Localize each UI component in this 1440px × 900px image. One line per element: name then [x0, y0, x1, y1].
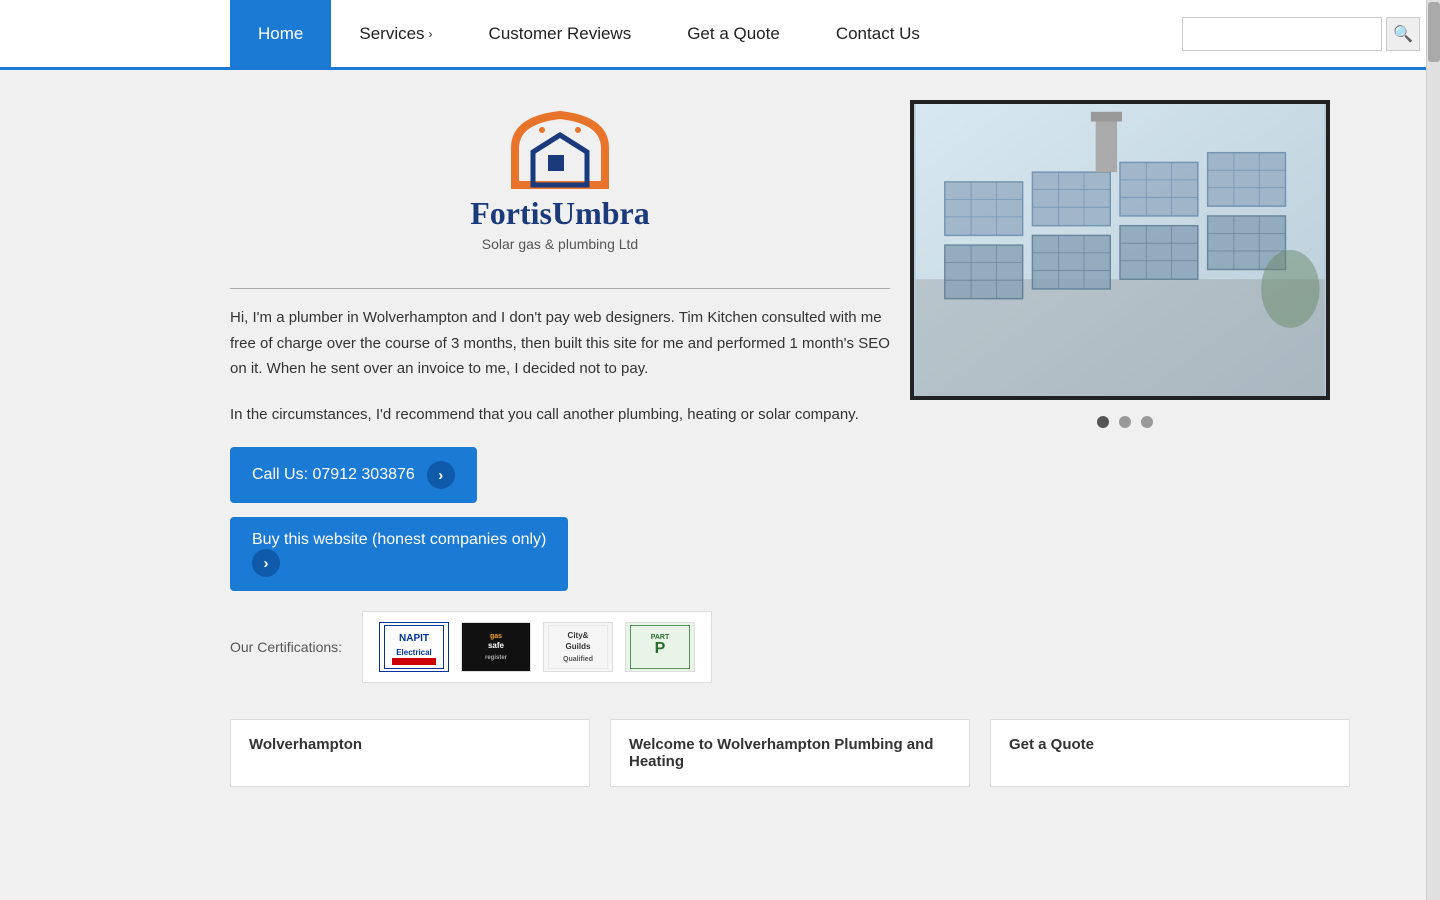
bottom-cards: Wolverhampton Welcome to Wolverhampton P… — [0, 703, 1380, 803]
nav-home[interactable]: Home — [230, 0, 331, 67]
buy-website-button[interactable]: Buy this website (honest companies only)… — [230, 517, 568, 591]
bottom-card-get-a-quote: Get a Quote — [990, 719, 1350, 787]
svg-text:P: P — [655, 640, 666, 657]
svg-text:City&: City& — [568, 631, 589, 640]
svg-text:Electrical: Electrical — [396, 648, 432, 657]
nav-services[interactable]: Services › — [331, 0, 460, 67]
nav-get-a-quote[interactable]: Get a Quote — [659, 0, 808, 67]
main-content: FortisUmbra Solar gas & plumbing Ltd Hi,… — [0, 70, 1380, 703]
logo-divider — [230, 288, 890, 289]
right-panel — [910, 100, 1340, 683]
svg-text:Guilds: Guilds — [566, 642, 591, 651]
nav-customer-reviews[interactable]: Customer Reviews — [461, 0, 660, 67]
svg-text:register: register — [485, 655, 508, 661]
city-guilds-cert: City& Guilds Qualified — [543, 622, 613, 672]
body-paragraph-2: In the circumstances, I'd recommend that… — [230, 402, 890, 428]
part-p-cert: PART P — [625, 622, 695, 672]
buy-button-wrapper: Buy this website (honest companies only)… — [230, 517, 890, 591]
slider-dot-1[interactable] — [1097, 416, 1109, 428]
search-button[interactable]: 🔍 — [1386, 17, 1420, 51]
buy-arrow-icon: › — [252, 549, 280, 577]
call-us-button[interactable]: Call Us: 07912 303876 › — [230, 447, 477, 503]
services-arrow-icon: › — [429, 27, 433, 41]
solar-image — [914, 104, 1326, 396]
napit-cert: NAPIT Electrical — [379, 622, 449, 672]
search-area: 🔍 — [1182, 0, 1420, 67]
cert-logos-container: NAPIT Electrical gas safe register — [362, 611, 712, 683]
left-panel: FortisUmbra Solar gas & plumbing Ltd Hi,… — [230, 90, 910, 683]
call-button-wrapper: Call Us: 07912 303876 › — [230, 447, 890, 517]
certifications-section: Our Certifications: NAPIT Electrical gas… — [230, 611, 890, 683]
svg-text:NAPIT: NAPIT — [399, 633, 429, 644]
logo-area: FortisUmbra Solar gas & plumbing Ltd — [230, 90, 890, 272]
slider-dot-3[interactable] — [1141, 416, 1153, 428]
call-arrow-icon: › — [427, 461, 455, 489]
slider-dots — [910, 416, 1340, 428]
certifications-label: Our Certifications: — [230, 639, 342, 655]
navigation: Home Services › Customer Reviews Get a Q… — [0, 0, 1440, 70]
search-input[interactable] — [1182, 17, 1382, 51]
slider-dot-2[interactable] — [1119, 416, 1131, 428]
image-slider — [910, 100, 1330, 400]
logo-text: FortisUmbra — [470, 195, 650, 232]
svg-text:safe: safe — [488, 641, 505, 650]
logo-subtitle: Solar gas & plumbing Ltd — [482, 236, 638, 252]
bottom-card-welcome: Welcome to Wolverhampton Plumbing and He… — [610, 719, 970, 787]
scrollbar-thumb[interactable] — [1428, 2, 1440, 62]
company-logo — [495, 100, 625, 195]
bottom-card-wolverhampton: Wolverhampton — [230, 719, 590, 787]
scrollbar[interactable] — [1426, 0, 1440, 900]
gas-safe-cert: gas safe register — [461, 622, 531, 672]
svg-text:Qualified: Qualified — [563, 656, 593, 663]
nav-contact-us[interactable]: Contact Us — [808, 0, 948, 67]
body-paragraph-1: Hi, I'm a plumber in Wolverhampton and I… — [230, 305, 890, 382]
svg-text:gas: gas — [490, 633, 502, 640]
